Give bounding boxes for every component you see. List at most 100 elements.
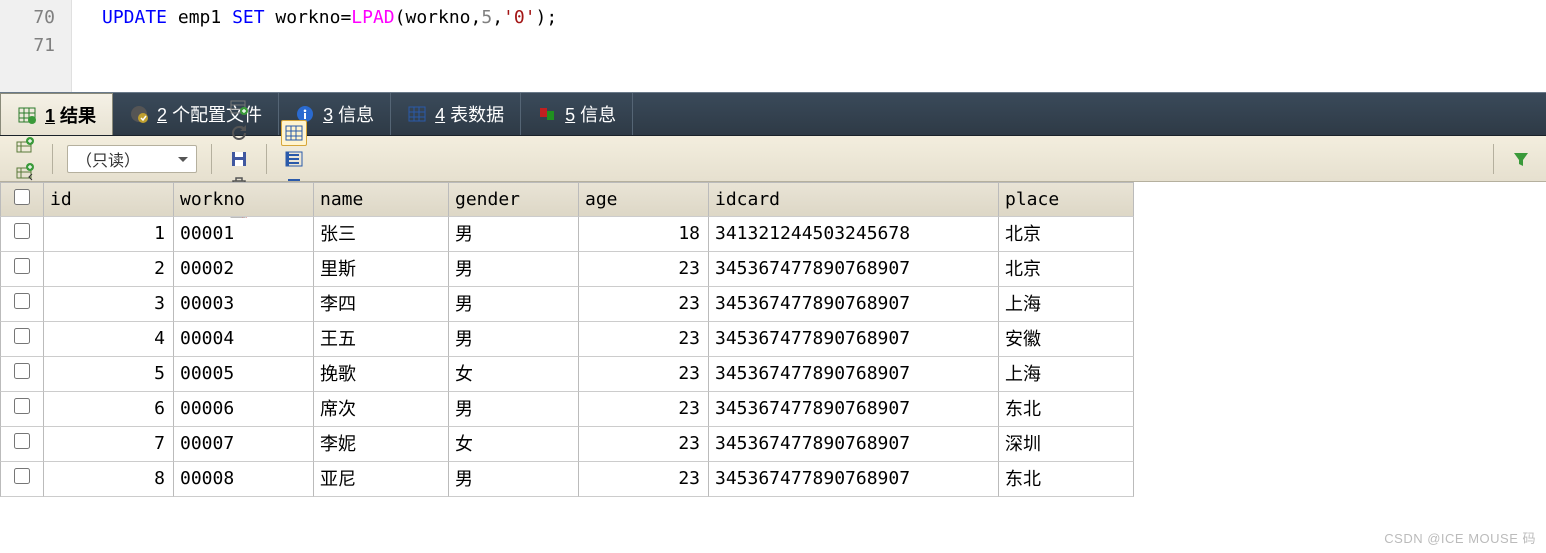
column-header[interactable]: idcard xyxy=(709,182,999,217)
refresh-icon[interactable] xyxy=(226,120,252,146)
cell-idcard[interactable]: 345367477890768907 xyxy=(709,287,999,322)
cell-age[interactable]: 23 xyxy=(579,252,709,287)
result-tab[interactable]: 4 表数据 xyxy=(391,93,521,135)
cell-place[interactable]: 上海 xyxy=(999,287,1134,322)
cell-idcard[interactable]: 345367477890768907 xyxy=(709,252,999,287)
cell-workno[interactable]: 00006 xyxy=(174,392,314,427)
cell-gender[interactable]: 女 xyxy=(449,427,579,462)
cell-age[interactable]: 23 xyxy=(579,427,709,462)
cell-age[interactable]: 18 xyxy=(579,217,709,252)
row-checkbox-cell[interactable] xyxy=(0,217,44,252)
sql-editor[interactable]: 7071 UPDATE emp1 SET workno=LPAD(workno,… xyxy=(0,0,1546,92)
cell-name[interactable]: 李四 xyxy=(314,287,449,322)
row-checkbox-cell[interactable] xyxy=(0,287,44,322)
filter-icon[interactable] xyxy=(1508,146,1534,172)
row-checkbox[interactable] xyxy=(14,433,30,449)
cell-gender[interactable]: 男 xyxy=(449,287,579,322)
row-checkbox[interactable] xyxy=(14,293,30,309)
cell-age[interactable]: 23 xyxy=(579,392,709,427)
row-checkbox-cell[interactable] xyxy=(0,357,44,392)
cell-id[interactable]: 6 xyxy=(44,392,174,427)
cell-place[interactable]: 北京 xyxy=(999,252,1134,287)
cell-idcard[interactable]: 341321244503245678 xyxy=(709,217,999,252)
cell-workno[interactable]: 00005 xyxy=(174,357,314,392)
edit-mode-dropdown[interactable]: （只读） xyxy=(67,145,197,173)
column-header[interactable]: gender xyxy=(449,182,579,217)
cell-name[interactable]: 挽歌 xyxy=(314,357,449,392)
grid-green-icon xyxy=(17,105,37,125)
cell-place[interactable]: 深圳 xyxy=(999,427,1134,462)
cell-gender[interactable]: 男 xyxy=(449,462,579,497)
add-row-icon[interactable] xyxy=(226,94,252,120)
cell-name[interactable]: 亚尼 xyxy=(314,462,449,497)
cell-id[interactable]: 3 xyxy=(44,287,174,322)
row-checkbox[interactable] xyxy=(14,398,30,414)
row-checkbox-cell[interactable] xyxy=(0,462,44,497)
insert-rows-icon[interactable] xyxy=(12,159,38,185)
cell-id[interactable]: 8 xyxy=(44,462,174,497)
result-grid[interactable]: idworknonamegenderageidcardplace 100001张三… xyxy=(0,182,1546,497)
cell-name[interactable]: 李妮 xyxy=(314,427,449,462)
editor-code[interactable]: UPDATE emp1 SET workno=LPAD(workno,5,'0'… xyxy=(72,0,1546,92)
cell-idcard[interactable]: 345367477890768907 xyxy=(709,462,999,497)
cell-place[interactable]: 东北 xyxy=(999,462,1134,497)
cell-age[interactable]: 23 xyxy=(579,287,709,322)
cell-place[interactable]: 东北 xyxy=(999,392,1134,427)
separator xyxy=(266,144,267,174)
cell-age[interactable]: 23 xyxy=(579,322,709,357)
cell-id[interactable]: 7 xyxy=(44,427,174,462)
column-header[interactable]: workno xyxy=(174,182,314,217)
cell-id[interactable]: 2 xyxy=(44,252,174,287)
cell-id[interactable]: 4 xyxy=(44,322,174,357)
column-header[interactable]: name xyxy=(314,182,449,217)
cell-id[interactable]: 5 xyxy=(44,357,174,392)
grid-view-icon[interactable] xyxy=(281,120,307,146)
cell-id[interactable]: 1 xyxy=(44,217,174,252)
cell-name[interactable]: 里斯 xyxy=(314,252,449,287)
cell-gender[interactable]: 男 xyxy=(449,252,579,287)
row-checkbox[interactable] xyxy=(14,223,30,239)
form-view-icon[interactable] xyxy=(281,146,307,172)
row-checkbox[interactable] xyxy=(14,328,30,344)
cell-age[interactable]: 23 xyxy=(579,357,709,392)
cell-name[interactable]: 王五 xyxy=(314,322,449,357)
select-all-header[interactable] xyxy=(0,182,44,217)
cell-name[interactable]: 张三 xyxy=(314,217,449,252)
cell-name[interactable]: 席次 xyxy=(314,392,449,427)
cell-gender[interactable]: 男 xyxy=(449,217,579,252)
result-tab[interactable]: 5 信息 xyxy=(521,93,633,135)
code-line[interactable]: UPDATE emp1 SET workno=LPAD(workno,5,'0'… xyxy=(102,4,1546,32)
row-checkbox[interactable] xyxy=(14,258,30,274)
insert-row-icon[interactable] xyxy=(12,133,38,159)
cell-workno[interactable]: 00008 xyxy=(174,462,314,497)
row-checkbox[interactable] xyxy=(14,468,30,484)
cell-gender[interactable]: 女 xyxy=(449,357,579,392)
column-header[interactable]: age xyxy=(579,182,709,217)
select-all-checkbox[interactable] xyxy=(14,189,30,205)
cell-place[interactable]: 上海 xyxy=(999,357,1134,392)
cell-place[interactable]: 安徽 xyxy=(999,322,1134,357)
result-tab[interactable]: 1 结果 xyxy=(0,93,113,135)
column-header[interactable]: id xyxy=(44,182,174,217)
row-checkbox-cell[interactable] xyxy=(0,427,44,462)
row-checkbox[interactable] xyxy=(14,363,30,379)
cell-workno[interactable]: 00004 xyxy=(174,322,314,357)
save-icon[interactable] xyxy=(226,146,252,172)
cell-workno[interactable]: 00007 xyxy=(174,427,314,462)
result-tab[interactable]: 2 个配置文件 xyxy=(113,93,279,135)
cell-idcard[interactable]: 345367477890768907 xyxy=(709,322,999,357)
cell-idcard[interactable]: 345367477890768907 xyxy=(709,357,999,392)
cell-age[interactable]: 23 xyxy=(579,462,709,497)
cell-workno[interactable]: 00003 xyxy=(174,287,314,322)
column-header[interactable]: place xyxy=(999,182,1134,217)
row-checkbox-cell[interactable] xyxy=(0,322,44,357)
cell-gender[interactable]: 男 xyxy=(449,392,579,427)
cell-workno[interactable]: 00001 xyxy=(174,217,314,252)
cell-idcard[interactable]: 345367477890768907 xyxy=(709,427,999,462)
row-checkbox-cell[interactable] xyxy=(0,392,44,427)
cell-idcard[interactable]: 345367477890768907 xyxy=(709,392,999,427)
row-checkbox-cell[interactable] xyxy=(0,252,44,287)
cell-gender[interactable]: 男 xyxy=(449,322,579,357)
cell-workno[interactable]: 00002 xyxy=(174,252,314,287)
cell-place[interactable]: 北京 xyxy=(999,217,1134,252)
